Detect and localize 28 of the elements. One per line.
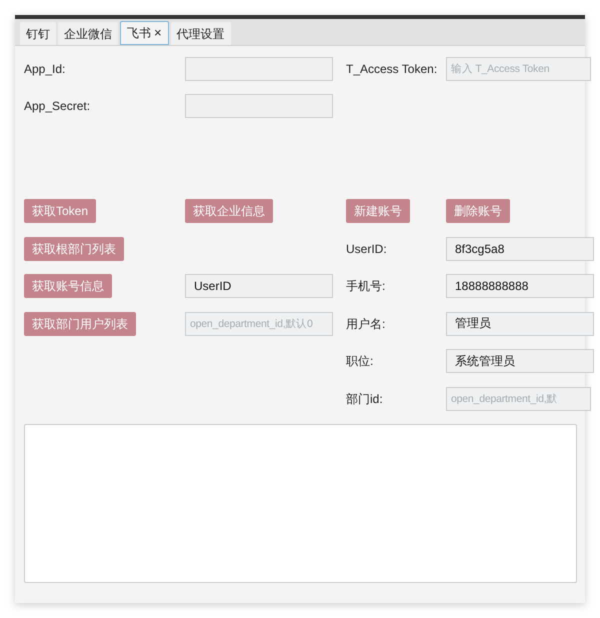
field-label: App_Id: xyxy=(24,60,66,78)
input-field[interactable]: 输入 T_Access Token xyxy=(446,56,591,81)
tab[interactable]: 企业微信 xyxy=(58,22,118,45)
input-field[interactable]: 管理员 xyxy=(446,312,594,336)
input-field[interactable]: 18888888888 xyxy=(446,274,594,298)
input-field[interactable] xyxy=(185,56,333,81)
tab[interactable]: 飞书 × xyxy=(120,21,169,45)
field-label: T_Access Token: xyxy=(346,60,438,78)
field-label: 部门id: xyxy=(346,390,383,408)
field-label: UserID: xyxy=(346,240,387,258)
output-area[interactable] xyxy=(24,424,577,583)
field-label: 手机号: xyxy=(346,278,386,296)
tab[interactable]: 代理设置 xyxy=(170,22,231,45)
field-label: App_Secret: xyxy=(24,98,90,116)
input-field[interactable]: open_department_id,默认0 xyxy=(185,312,333,336)
input-field[interactable]: 8f3cg5a8 xyxy=(446,236,594,261)
tab[interactable]: 钉钉 xyxy=(20,22,56,45)
close-icon[interactable]: × xyxy=(154,23,162,43)
tab-label: 代理设置 xyxy=(176,26,225,42)
tab-label: 企业微信 xyxy=(64,26,112,42)
tab-label: 飞书 xyxy=(127,25,151,42)
input-field[interactable] xyxy=(185,94,333,118)
input-field[interactable]: open_department_id,默 xyxy=(446,386,591,411)
tab-label: 钉钉 xyxy=(26,26,50,42)
input-field[interactable]: 系统管理员 xyxy=(446,349,594,374)
input-field[interactable]: UserID xyxy=(185,274,333,298)
field-label: 用户名: xyxy=(346,316,386,333)
field-label: 职位: xyxy=(346,353,374,370)
